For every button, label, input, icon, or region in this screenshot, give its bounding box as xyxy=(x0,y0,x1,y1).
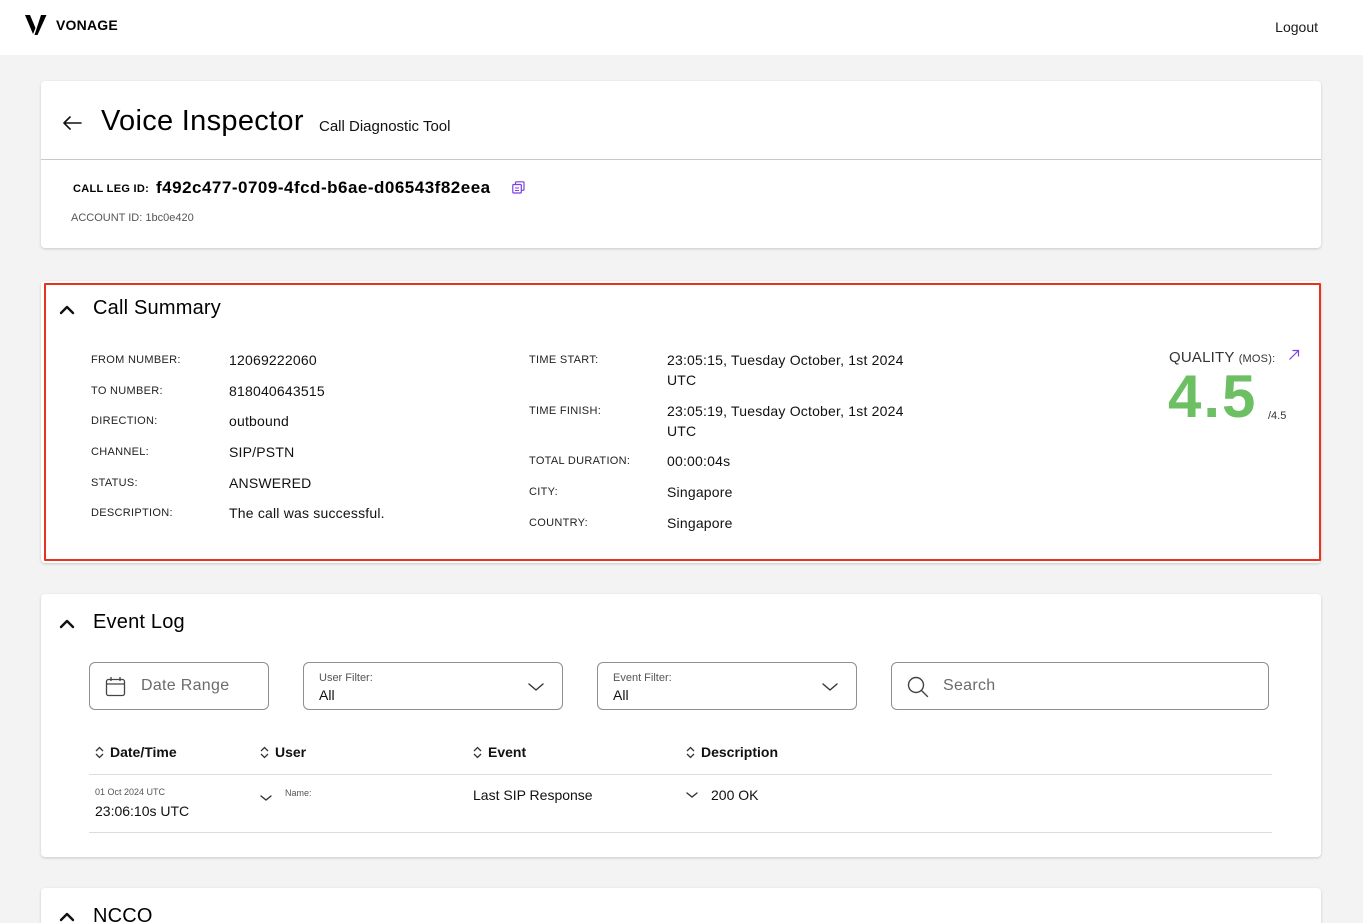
vonage-v-icon xyxy=(25,15,47,35)
sort-icon xyxy=(473,746,482,758)
quality-score: 4.5 xyxy=(1168,363,1258,430)
table-row-divider xyxy=(89,832,1272,833)
ncco-card: NCCO xyxy=(41,888,1321,923)
call-leg-id: f492c477-0709-4fcd-b6ae-d06543f82eea xyxy=(156,178,491,197)
chevron-down-icon[interactable] xyxy=(686,791,698,799)
chevron-down-icon xyxy=(822,683,838,691)
country-value: Singapore xyxy=(667,515,733,531)
collapse-chevron-icon[interactable] xyxy=(59,619,75,629)
time-start-value: 23:05:15, Tuesday October, 1st 2024 xyxy=(667,352,904,368)
event-log-card: Event Log Date Range User Filter: All Ev… xyxy=(41,594,1321,857)
external-link-icon[interactable] xyxy=(1288,349,1300,361)
back-arrow-icon[interactable] xyxy=(61,112,83,134)
page-title: Voice Inspector xyxy=(101,105,304,137)
header-divider xyxy=(41,159,1321,160)
date-range-placeholder: Date Range xyxy=(141,677,230,694)
city-value: Singapore xyxy=(667,484,733,500)
description-label: DESCRIPTION: xyxy=(91,507,173,519)
account-id: ACCOUNT ID: 1bc0e420 xyxy=(71,212,194,224)
page-subtitle: Call Diagnostic Tool xyxy=(319,118,451,135)
chevron-down-icon xyxy=(528,683,544,691)
time-finish-label: TIME FINISH: xyxy=(529,405,602,417)
description-value: The call was successful. xyxy=(229,505,385,521)
table-header-divider xyxy=(89,774,1272,775)
sort-icon xyxy=(686,746,695,758)
direction-value: outbound xyxy=(229,413,289,429)
column-header-description[interactable]: Description xyxy=(686,744,778,760)
event-log-title: Event Log xyxy=(93,611,185,633)
collapse-chevron-icon[interactable] xyxy=(59,912,75,922)
column-header-user[interactable]: User xyxy=(260,744,306,760)
channel-value: SIP/PSTN xyxy=(229,444,295,460)
user-filter-select[interactable]: User Filter: All xyxy=(303,662,563,710)
channel-label: CHANNEL: xyxy=(91,446,150,458)
to-number-label: TO NUMBER: xyxy=(91,385,163,397)
call-summary-title: Call Summary xyxy=(93,297,221,319)
direction-label: DIRECTION: xyxy=(91,415,158,427)
total-duration-value: 00:00:04s xyxy=(667,453,731,469)
vonage-logo[interactable]: VONAGE xyxy=(24,14,118,36)
column-header-label: Description xyxy=(701,744,779,760)
search-placeholder: Search xyxy=(943,677,996,694)
quality-max: /4.5 xyxy=(1268,410,1287,422)
date-range-picker[interactable]: Date Range xyxy=(89,662,269,710)
copy-icon[interactable] xyxy=(512,181,525,194)
top-bar: VONAGE Logout xyxy=(0,0,1363,55)
time-finish-value: 23:05:19, Tuesday October, 1st 2024 xyxy=(667,403,904,419)
from-number-label: FROM NUMBER: xyxy=(91,354,181,366)
row-time: 23:06:10s UTC xyxy=(95,803,190,819)
collapse-chevron-icon[interactable] xyxy=(59,305,75,315)
time-start-label: TIME START: xyxy=(529,354,599,366)
brand-name: VONAGE xyxy=(56,17,118,33)
city-label: CITY: xyxy=(529,486,559,498)
country-label: COUNTRY: xyxy=(529,517,589,529)
search-input[interactable]: Search xyxy=(891,662,1269,710)
column-header-label: Event xyxy=(488,744,527,760)
row-date: 01 Oct 2024 UTC xyxy=(95,787,166,797)
user-filter-value: All xyxy=(319,687,335,703)
search-icon xyxy=(907,676,929,698)
logout-link[interactable]: Logout xyxy=(1275,19,1318,35)
from-number-value: 12069222060 xyxy=(229,352,317,368)
call-leg-label: CALL LEG ID: xyxy=(73,183,150,195)
calendar-icon xyxy=(105,677,126,697)
event-filter-label: Event Filter: xyxy=(613,672,672,684)
event-filter-value: All xyxy=(613,687,629,703)
total-duration-label: TOTAL DURATION: xyxy=(529,455,631,467)
row-description: 200 OK xyxy=(711,787,759,803)
status-label: STATUS: xyxy=(91,477,138,489)
sort-icon xyxy=(95,746,104,758)
ncco-title: NCCO xyxy=(93,905,153,923)
column-header-label: User xyxy=(275,744,307,760)
row-user-label: Name: xyxy=(285,788,312,798)
time-finish-tz: UTC xyxy=(667,423,697,439)
to-number-value: 818040643515 xyxy=(229,383,325,399)
column-header-datetime[interactable]: Date/Time xyxy=(95,744,177,760)
column-header-event[interactable]: Event xyxy=(473,744,526,760)
time-start-tz: UTC xyxy=(667,372,697,388)
header-card: Voice Inspector Call Diagnostic Tool CAL… xyxy=(41,81,1321,248)
call-summary-card: Call Summary FROM NUMBER: 12069222060 TO… xyxy=(41,281,1321,563)
user-filter-label: User Filter: xyxy=(319,672,373,684)
status-value: ANSWERED xyxy=(229,475,312,491)
event-filter-select[interactable]: Event Filter: All xyxy=(597,662,857,710)
sort-icon xyxy=(260,746,269,758)
row-event: Last SIP Response xyxy=(473,787,593,803)
chevron-down-icon[interactable] xyxy=(260,794,272,802)
column-header-label: Date/Time xyxy=(110,744,177,760)
